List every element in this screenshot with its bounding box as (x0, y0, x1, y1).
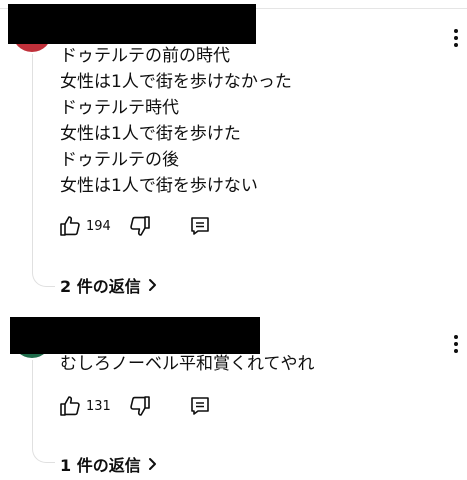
comment-line: むしろノーベル平和賞くれてやれ (60, 354, 315, 374)
like-count: 131 (86, 398, 111, 414)
comment-line: ドゥテルテの後 (60, 150, 179, 170)
thumbs-down-icon (130, 396, 150, 416)
like-count: 194 (86, 218, 111, 234)
comment-text: むしろノーベル平和賞くれてやれ (60, 351, 315, 377)
comment-line: ドゥテルテ時代 (60, 98, 179, 118)
thumbs-up-icon (60, 396, 80, 416)
thumbs-up-icon (60, 216, 80, 236)
view-replies-button[interactable]: 2 件の返信 (60, 274, 157, 296)
thread-connector-line (32, 360, 55, 463)
comment-reply-icon (191, 217, 209, 235)
comment-actions: 194 (58, 214, 228, 238)
comment-actions: 131 (58, 394, 228, 418)
more-vert-icon[interactable] (444, 330, 467, 358)
comment-line: ドゥテルテの前の時代 (60, 46, 230, 66)
replies-label: 2 件の返信 (60, 277, 141, 296)
redacted-author-name (10, 317, 260, 354)
comment-text: ドゥテルテの前の時代 女性は1人で街を歩けなかった ドゥテルテ時代 女性は1人で… (60, 43, 292, 199)
comment-line: 女性は1人で街を歩けない (60, 176, 258, 196)
thread-connector-line (32, 54, 55, 287)
comment-line: 女性は1人で街を歩けなかった (60, 72, 292, 92)
view-replies-button[interactable]: 1 件の返信 (60, 453, 157, 475)
reply-button[interactable] (188, 394, 212, 418)
thumbs-down-icon (130, 216, 150, 236)
replies-label: 1 件の返信 (60, 456, 141, 475)
comment-line: 女性は1人で街を歩けた (60, 124, 241, 144)
comment-reply-icon (191, 397, 209, 415)
chevron-right-icon (148, 279, 156, 291)
reply-button[interactable] (188, 214, 212, 238)
redacted-author-name (8, 4, 256, 44)
more-vert-icon[interactable] (444, 24, 467, 52)
dislike-button[interactable] (128, 394, 152, 418)
like-button[interactable]: 194 (58, 214, 111, 238)
like-button[interactable]: 131 (58, 394, 111, 418)
dislike-button[interactable] (128, 214, 152, 238)
chevron-right-icon (148, 458, 156, 470)
